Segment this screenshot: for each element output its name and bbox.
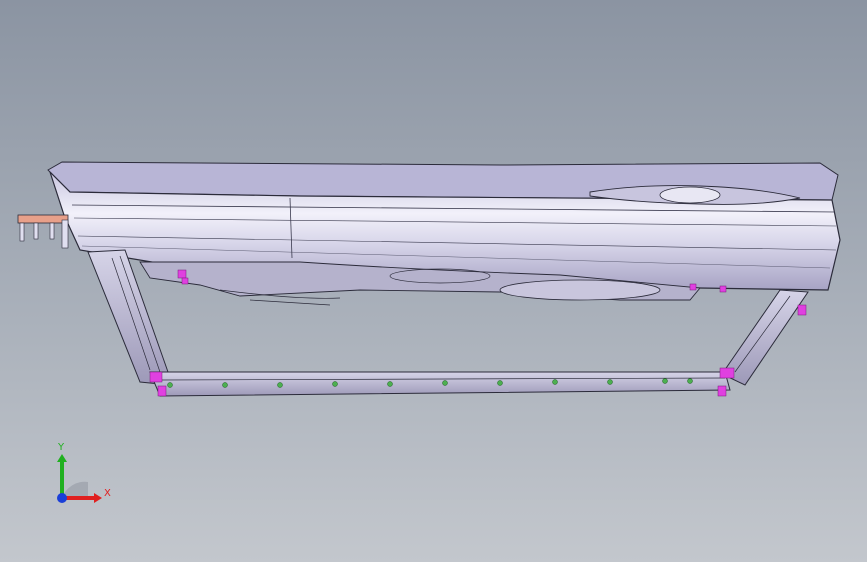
clip-green (222, 382, 228, 388)
clip-green (607, 379, 613, 385)
handle-detail (659, 186, 721, 204)
clip-magenta (719, 367, 735, 379)
frame-right-inner (734, 295, 791, 373)
x-arrow-icon (94, 493, 102, 503)
origin-icon (57, 493, 67, 503)
mount-pin (49, 222, 55, 240)
clip-green (662, 378, 668, 384)
speaker-grille (499, 279, 661, 301)
y-arrow-icon (57, 454, 67, 462)
door-trim-panel-model[interactable] (0, 0, 867, 562)
mount-pin (19, 222, 25, 242)
x-axis-label: X (104, 488, 111, 499)
clip-magenta (797, 304, 807, 316)
clip-magenta (181, 277, 189, 285)
coordinate-triad: X Y (57, 442, 111, 503)
clip-green (687, 378, 693, 384)
clip-green (167, 382, 173, 388)
frame-right-arm (721, 289, 809, 386)
clip-green (552, 379, 558, 385)
clip-magenta (177, 269, 187, 279)
clip-green (332, 381, 338, 387)
frame-bottom-rail (149, 371, 731, 397)
mount-bracket (17, 214, 69, 224)
clip-green (497, 380, 503, 386)
clip-magenta (717, 385, 727, 397)
clip-magenta (149, 371, 163, 383)
clip-magenta (719, 285, 727, 293)
clip-magenta (157, 385, 167, 397)
underside-rib (249, 299, 331, 306)
clip-magenta (689, 283, 697, 291)
y-axis-label: Y (57, 442, 65, 453)
graphics-viewport[interactable]: X Y (0, 0, 867, 562)
mount-pin (33, 222, 39, 240)
clip-green (442, 380, 448, 386)
mount-pin (61, 219, 69, 249)
clip-green (277, 382, 283, 388)
clip-green (387, 381, 393, 387)
